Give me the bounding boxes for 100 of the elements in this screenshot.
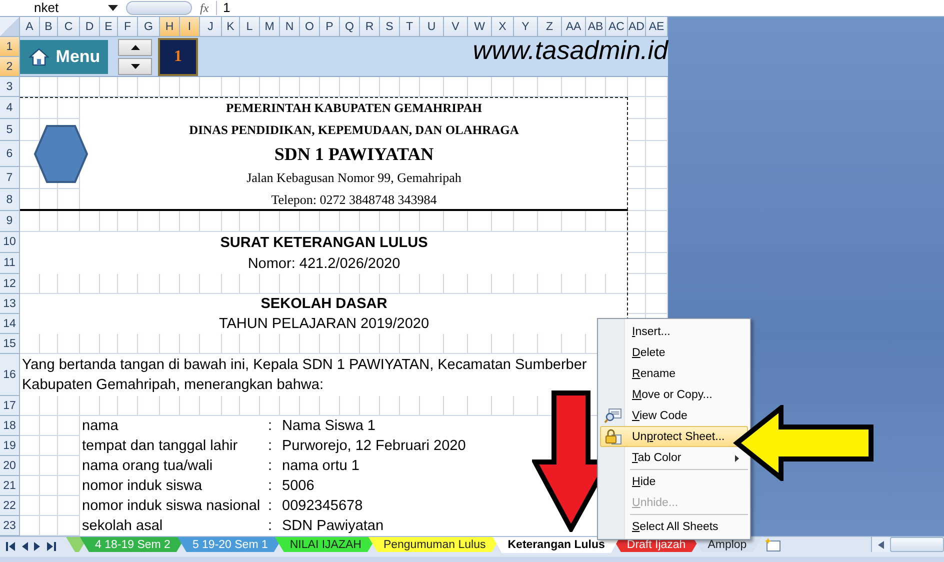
paragraph-line: Yang bertanda tangan di bawah ini, Kepala SDN 1 PAWIYATAN, Kecamatan Sumberber	[22, 357, 587, 373]
row-header[interactable]: 6	[0, 141, 20, 167]
row-header[interactable]: 2	[0, 57, 20, 77]
colon-text: :	[260, 496, 280, 516]
field-label: nama	[80, 416, 260, 436]
row-header[interactable]: 21	[0, 476, 20, 496]
spin-down-button[interactable]	[118, 58, 152, 74]
column-header[interactable]: G	[138, 17, 160, 37]
counter-cell[interactable]: 1	[158, 38, 198, 76]
row-header[interactable]: 8	[0, 189, 20, 211]
function-label[interactable]: fx	[200, 0, 216, 16]
field-label: nomor induk siswa	[80, 476, 260, 496]
letterhead-text: Jalan Kebagusan Nomor 99, Gemahripah	[80, 167, 628, 189]
row-header[interactable]: 7	[0, 167, 20, 189]
column-header[interactable]: AC	[606, 17, 628, 37]
previous-sheet-icon[interactable]	[21, 542, 28, 551]
field-label: nomor induk siswa nasional	[80, 496, 260, 516]
menu-item[interactable]: Unprotect Sheet...	[600, 426, 748, 447]
menu-item[interactable]: Move or Copy...	[600, 384, 748, 405]
padlock-icon	[604, 428, 622, 444]
row-header[interactable]: 10	[0, 232, 20, 253]
triangle-down-icon	[130, 64, 140, 68]
sheet-tab[interactable]: Keterangan Lulus	[492, 537, 620, 553]
row-header[interactable]: 13	[0, 294, 20, 314]
document-title: Nomor: 421.2/026/2020	[20, 253, 628, 274]
column-header[interactable]: AA	[562, 17, 586, 37]
row-header[interactable]: 22	[0, 496, 20, 516]
next-sheet-icon[interactable]	[34, 542, 41, 551]
column-header[interactable]: C	[58, 17, 80, 37]
row-header[interactable]: 18	[0, 416, 20, 436]
column-header[interactable]: M	[260, 17, 280, 37]
column-header[interactable]: Q	[340, 17, 360, 37]
field-label: sekolah asal	[80, 516, 260, 536]
row-header[interactable]: 1	[0, 37, 20, 57]
column-header[interactable]: O	[300, 17, 320, 37]
hexagon-shape	[33, 124, 89, 184]
row-header[interactable]: 15	[0, 334, 20, 354]
document-title: SEKOLAH DASAR	[20, 294, 628, 314]
dropdown-caret-icon[interactable]	[108, 5, 118, 11]
column-header[interactable]: K	[222, 17, 240, 37]
column-header[interactable]: N	[280, 17, 300, 37]
column-header[interactable]: H	[160, 17, 180, 37]
column-header[interactable]: E	[100, 17, 118, 37]
row-header[interactable]: 16	[0, 354, 20, 396]
column-header[interactable]: J	[200, 17, 222, 37]
column-header[interactable]: AB	[586, 17, 606, 37]
column-header[interactable]: V	[444, 17, 468, 37]
row-header[interactable]: 14	[0, 314, 20, 334]
column-header[interactable]: AD	[628, 17, 646, 37]
column-header[interactable]: L	[240, 17, 260, 37]
triangle-up-icon	[130, 44, 140, 50]
row-header[interactable]: 4	[0, 97, 20, 119]
document-title: SURAT KETERANGAN LULUS	[20, 232, 628, 253]
row-header[interactable]: 17	[0, 396, 20, 416]
menu-item[interactable]: Rename	[600, 363, 748, 384]
colon-text: :	[260, 516, 280, 536]
column-header[interactable]: I	[180, 17, 200, 37]
column-header[interactable]: A	[20, 17, 40, 37]
column-header[interactable]: W	[468, 17, 492, 37]
colon-text: :	[260, 456, 280, 476]
formula-field[interactable]: 1	[216, 1, 230, 15]
menu-item[interactable]: Delete	[600, 342, 748, 363]
column-header[interactable]: Y	[514, 17, 538, 37]
field-label: tempat dan tanggal lahir	[80, 436, 260, 456]
column-header[interactable]: S	[380, 17, 400, 37]
colon-text: :	[260, 436, 280, 456]
row-header[interactable]: 11	[0, 253, 20, 274]
column-header[interactable]: Z	[538, 17, 562, 37]
column-header[interactable]: B	[40, 17, 58, 37]
letterhead-text: PEMERINTAH KABUPATEN GEMAHRIPAH	[80, 97, 628, 119]
first-sheet-icon[interactable]	[6, 542, 15, 551]
document-title: TAHUN PELAJARAN 2019/2020	[20, 314, 628, 334]
row-header[interactable]: 23	[0, 516, 20, 536]
name-box[interactable]: nket	[34, 1, 104, 15]
column-header[interactable]: F	[118, 17, 138, 37]
column-header[interactable]: U	[420, 17, 444, 37]
column-header[interactable]: R	[360, 17, 380, 37]
column-header[interactable]: P	[320, 17, 340, 37]
colon-text: :	[260, 476, 280, 496]
row-header[interactable]: 19	[0, 436, 20, 456]
horizontal-scrollbar[interactable]	[871, 537, 944, 552]
row-header[interactable]: 12	[0, 274, 20, 294]
row-header[interactable]: 3	[0, 77, 20, 97]
splitter-handle[interactable]	[126, 1, 192, 15]
paragraph-line: Kabupaten Gemahripah, menerangkan bahwa:	[22, 377, 324, 393]
website-text: www.tasadmin.id	[472, 35, 668, 67]
row-header[interactable]: 9	[0, 211, 20, 232]
new-sheet-icon[interactable]	[764, 538, 782, 552]
column-header[interactable]: X	[492, 17, 514, 37]
row-header[interactable]: 5	[0, 119, 20, 141]
last-sheet-icon[interactable]	[47, 542, 56, 551]
column-header[interactable]: T	[400, 17, 420, 37]
spin-up-button[interactable]	[118, 38, 152, 56]
column-header[interactable]: D	[80, 17, 100, 37]
magnifier-window-icon	[604, 408, 622, 424]
scroll-left-icon[interactable]	[878, 540, 884, 548]
row-header[interactable]: 20	[0, 456, 20, 476]
menu-button[interactable]: Menu	[20, 40, 108, 74]
column-header[interactable]: AE	[646, 17, 668, 37]
colon-text: :	[260, 416, 280, 436]
